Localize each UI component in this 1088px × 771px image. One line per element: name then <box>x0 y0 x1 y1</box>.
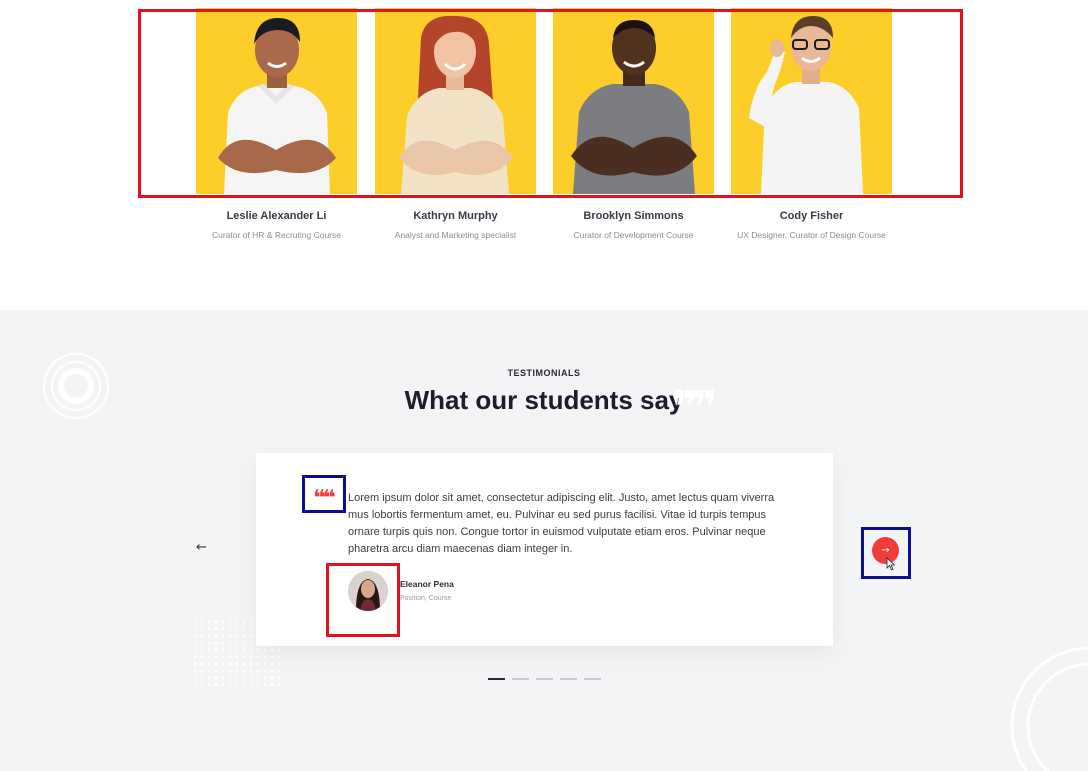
mouse-cursor-icon <box>886 557 896 571</box>
author-position: Position, Course <box>400 595 452 602</box>
pagination-dash-5[interactable] <box>584 678 601 680</box>
section-eyebrow: TESTIMONIALS <box>507 368 581 378</box>
team-card[interactable]: Leslie Alexander Li Curator of HR & Recr… <box>196 8 357 240</box>
pagination-dash-2[interactable] <box>512 678 529 680</box>
pagination-dash-3[interactable] <box>536 678 553 680</box>
author-avatar <box>348 571 388 611</box>
slider-pagination <box>488 678 601 680</box>
section-heading: What our students say <box>404 385 684 415</box>
pagination-dash-1[interactable] <box>488 678 505 680</box>
team-card[interactable]: Brooklyn Simmons Curator of Development … <box>553 8 714 240</box>
member-photo <box>553 8 714 194</box>
member-photo <box>731 8 892 194</box>
author-name: Eleanor Pena <box>400 579 454 589</box>
testimonial-card: ❝❝ Lorem ipsum dolor sit amet, consectet… <box>256 453 833 646</box>
quote-icon: ❝❝ <box>313 486 336 511</box>
circle-decoration <box>1010 646 1088 771</box>
team-card[interactable]: Kathryn Murphy Analyst and Marketing spe… <box>375 8 536 240</box>
team-card[interactable]: Cody Fisher UX Designer, Curator of Desi… <box>731 8 892 240</box>
pagination-dash-4[interactable] <box>560 678 577 680</box>
testimonials-section: TESTIMONIALS What our students say ❞❞ ← … <box>0 310 1088 771</box>
team-section: Leslie Alexander Li Curator of HR & Recr… <box>0 0 1088 310</box>
testimonial-text: Lorem ipsum dolor sit amet, consectetur … <box>348 492 775 555</box>
member-role: UX Designer, Curator of Design Course <box>737 230 886 240</box>
heading-quote-icon: ❞❞ <box>672 382 718 433</box>
member-photo <box>196 8 357 194</box>
member-name: Cody Fisher <box>779 210 844 222</box>
prev-arrow-icon[interactable]: ← <box>196 540 207 555</box>
member-photo <box>375 8 536 194</box>
